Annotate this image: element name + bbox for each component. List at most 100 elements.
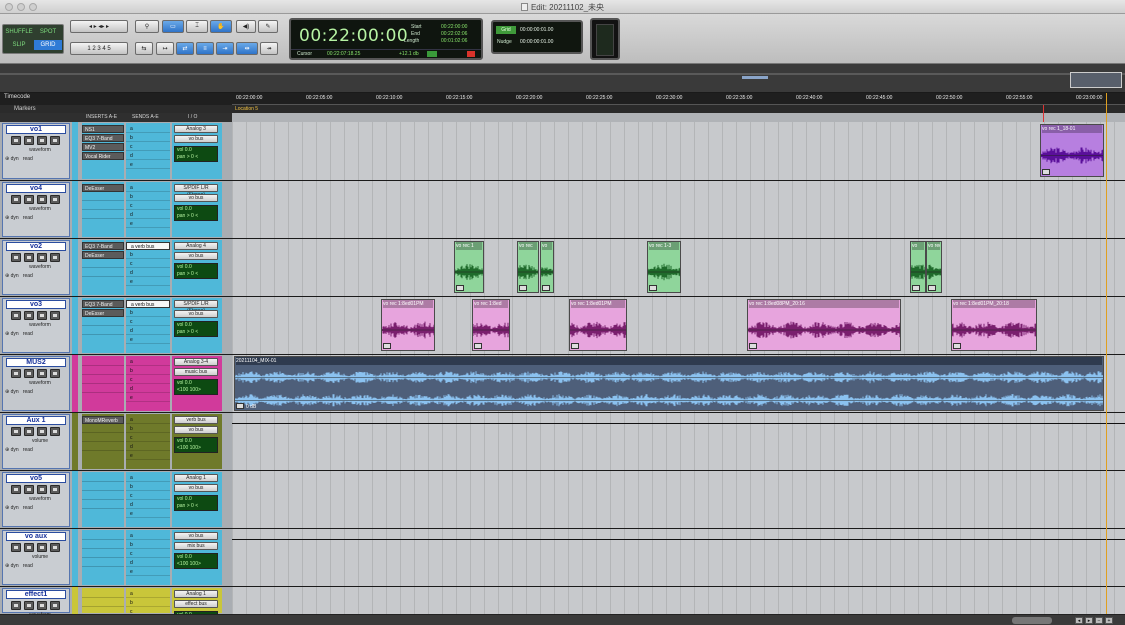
- mute-icon[interactable]: [50, 601, 60, 610]
- solo-icon[interactable]: [37, 485, 47, 494]
- insert-slot[interactable]: [82, 434, 124, 442]
- solo-icon[interactable]: [37, 427, 47, 436]
- insert-slot[interactable]: [82, 318, 124, 326]
- send-slot[interactable]: b: [126, 425, 170, 433]
- track-playlist-lane[interactable]: vo rec 1_18-01: [232, 122, 1125, 180]
- record-enable-icon[interactable]: [11, 311, 21, 320]
- insert-slot[interactable]: DeEsser: [82, 309, 124, 317]
- input-monitor-icon[interactable]: [24, 369, 34, 378]
- track-playlist-lane[interactable]: [232, 529, 1125, 586]
- insert-slot[interactable]: [82, 443, 124, 451]
- end-value[interactable]: 00:22:02:06: [441, 31, 467, 37]
- insert-slot[interactable]: [82, 550, 124, 558]
- grid-label[interactable]: Grid: [496, 26, 516, 34]
- slip-mode-button[interactable]: SLIP: [5, 40, 33, 50]
- track-view-selector[interactable]: waveform: [13, 264, 67, 271]
- insert-slot[interactable]: MV2: [82, 143, 124, 151]
- send-slot[interactable]: d: [126, 152, 170, 160]
- audio-clip[interactable]: 20211104_MIX-01 0 dB: [234, 356, 1104, 411]
- insert-slot[interactable]: EQ3 7-Band: [82, 242, 124, 250]
- mute-icon[interactable]: [50, 543, 60, 552]
- audio-clip[interactable]: vo: [910, 241, 926, 293]
- input-selector[interactable]: Analog 3-4: [174, 358, 218, 366]
- playhead-line[interactable]: [1106, 93, 1107, 614]
- solo-icon[interactable]: [37, 601, 47, 610]
- insert-slot[interactable]: [82, 532, 124, 540]
- output-selector[interactable]: vo bus: [174, 426, 218, 434]
- record-enable-icon[interactable]: [11, 369, 21, 378]
- input-selector[interactable]: verb bus: [174, 416, 218, 424]
- clip-gain-icon[interactable]: [1042, 169, 1050, 175]
- record-enable-icon[interactable]: [11, 427, 21, 436]
- mute-icon[interactable]: [50, 311, 60, 320]
- send-slot[interactable]: c: [126, 143, 170, 151]
- send-slot[interactable]: a: [126, 532, 170, 540]
- insert-slot[interactable]: [82, 425, 124, 433]
- solo-icon[interactable]: [37, 311, 47, 320]
- selector-tool-button[interactable]: ⌶: [186, 20, 208, 33]
- input-selector[interactable]: vo bus: [174, 532, 218, 540]
- send-slot[interactable]: c: [126, 318, 170, 326]
- send-slot[interactable]: e: [126, 336, 170, 344]
- track-playlist-lane[interactable]: [232, 181, 1125, 238]
- grid-mode-button[interactable]: GRID: [34, 40, 62, 50]
- send-slot[interactable]: d: [126, 443, 170, 451]
- automation-mode[interactable]: ⊕ dyn read: [5, 273, 67, 281]
- solo-icon[interactable]: [37, 136, 47, 145]
- send-slot[interactable]: b: [126, 599, 170, 607]
- input-monitor-icon[interactable]: [24, 253, 34, 262]
- clip-gain-icon[interactable]: [649, 285, 657, 291]
- output-selector[interactable]: effect bus: [174, 600, 218, 608]
- track-name[interactable]: vo3: [6, 300, 66, 309]
- mute-icon[interactable]: [50, 427, 60, 436]
- audio-clip[interactable]: vo rec 1:8ed08PM_20:16: [747, 299, 901, 351]
- clip-gain-icon[interactable]: [542, 285, 550, 291]
- volume-pan-display[interactable]: vol 0.0 <100 100>: [174, 379, 218, 395]
- mute-icon[interactable]: [50, 253, 60, 262]
- location-marker[interactable]: Location 5: [235, 106, 258, 112]
- track-playlist-lane[interactable]: vo rec 1 vo rec vo vo rec 1-3 vo vo rec: [232, 239, 1125, 296]
- trim-tool-button[interactable]: ▭: [162, 20, 184, 33]
- send-slot[interactable]: a verb bus: [126, 300, 170, 308]
- tab-to-transient-button[interactable]: ↦: [156, 42, 174, 55]
- send-slot[interactable]: b: [126, 541, 170, 549]
- solo-icon[interactable]: [37, 369, 47, 378]
- record-enable-icon[interactable]: [11, 195, 21, 204]
- clip-gain-icon[interactable]: [519, 285, 527, 291]
- clip-gain-icon[interactable]: [912, 285, 920, 291]
- send-slot[interactable]: c: [126, 260, 170, 268]
- zoomer-tool-button[interactable]: ⚲: [135, 20, 159, 33]
- insert-slot[interactable]: [82, 385, 124, 393]
- insert-slot[interactable]: DeEsser: [82, 251, 124, 259]
- track-view-selector[interactable]: waveform: [13, 322, 67, 329]
- send-slot[interactable]: a: [126, 416, 170, 424]
- mute-icon[interactable]: [50, 369, 60, 378]
- send-slot[interactable]: b: [126, 193, 170, 201]
- audio-clip[interactable]: vo rec 1:8ed01PM: [569, 299, 627, 351]
- automation-mode[interactable]: ⊕ dyn read: [5, 389, 67, 397]
- output-selector[interactable]: vo bus: [174, 194, 218, 202]
- insert-slot[interactable]: [82, 492, 124, 500]
- link-track-selection-button[interactable]: ≡: [196, 42, 214, 55]
- send-slot[interactable]: d: [126, 385, 170, 393]
- track-view-selector[interactable]: waveform: [13, 496, 67, 503]
- insert-slot[interactable]: [82, 501, 124, 509]
- main-counter-value[interactable]: 00:22:00:00: [299, 26, 408, 46]
- send-slot[interactable]: e: [126, 161, 170, 169]
- track-view-selector[interactable]: volume: [13, 438, 67, 445]
- volume-pan-display[interactable]: vol 0.0pan > 0 <: [174, 495, 218, 511]
- insert-slot[interactable]: [82, 260, 124, 268]
- input-selector[interactable]: Analog 3: [174, 125, 218, 133]
- input-selector[interactable]: Analog 1: [174, 474, 218, 482]
- audio-clip[interactable]: vo rec 1-3: [647, 241, 681, 293]
- record-enable-icon[interactable]: [11, 485, 21, 494]
- audio-clip[interactable]: vo rec 1:8ed01PM: [381, 299, 435, 351]
- send-slot[interactable]: a: [126, 358, 170, 366]
- clip-gain-icon[interactable]: [474, 343, 482, 349]
- send-slot[interactable]: c: [126, 434, 170, 442]
- timecode-ruler-label[interactable]: Timecode: [4, 94, 30, 100]
- input-monitor-icon[interactable]: [24, 601, 34, 610]
- audio-clip[interactable]: vo: [540, 241, 554, 293]
- solo-icon[interactable]: [37, 195, 47, 204]
- audio-clip[interactable]: vo rec 1:8ed: [472, 299, 510, 351]
